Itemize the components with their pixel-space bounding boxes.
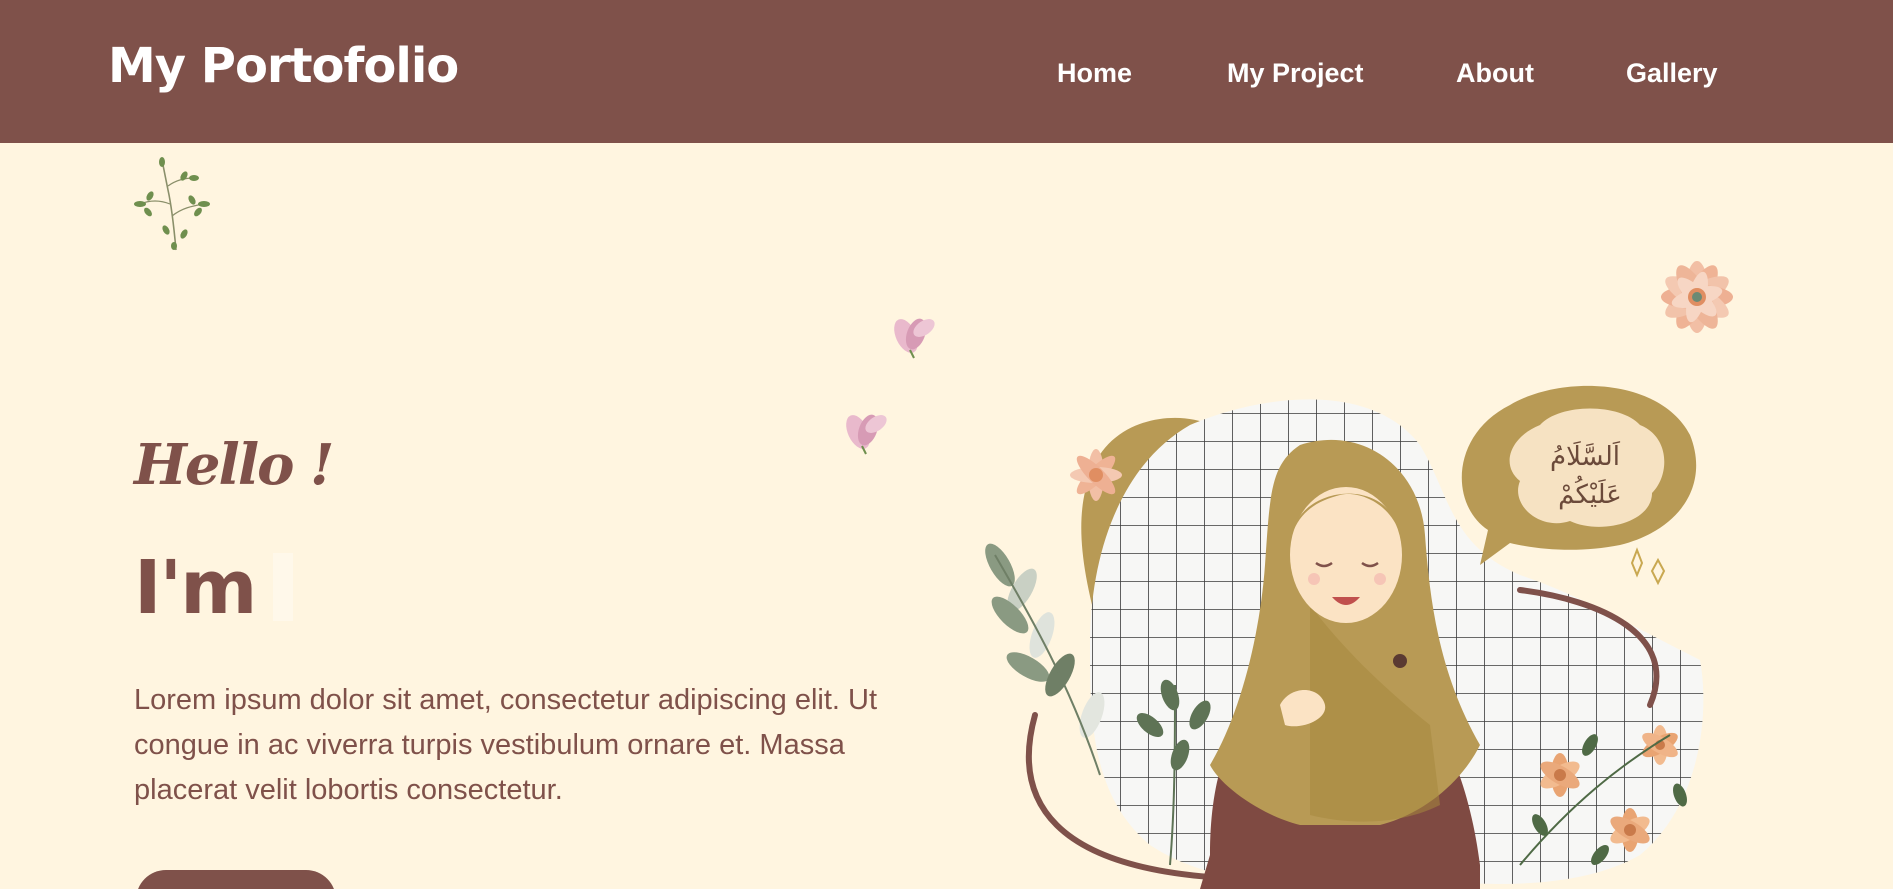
nav-gallery-link[interactable]: Gallery bbox=[1626, 58, 1718, 89]
greeting-heading: Hello ! bbox=[134, 432, 335, 498]
nav-home-link[interactable]: Home bbox=[1057, 58, 1132, 89]
hero-description: Lorem ipsum dolor sit amet, consectetur … bbox=[134, 684, 878, 806]
peach-flower-icon bbox=[1661, 261, 1733, 333]
intro-heading: I'm bbox=[134, 545, 257, 631]
typing-caret bbox=[273, 553, 293, 621]
hero-cta-button[interactable] bbox=[136, 870, 336, 889]
main-nav: Home My Project About Gallery bbox=[0, 58, 1893, 98]
navbar: My Portofolio Home My Project About Gall… bbox=[0, 0, 1893, 143]
pink-blossom-icon bbox=[846, 414, 887, 455]
nav-my-project-link[interactable]: My Project bbox=[1227, 58, 1364, 89]
speech-bubble-text: اَلسَّلَامُ bbox=[1550, 440, 1621, 472]
svg-text:عَلَيْكُمْ: عَلَيْكُمْ bbox=[1558, 475, 1622, 510]
leaf-sprig-icon bbox=[134, 157, 210, 251]
nav-about-link[interactable]: About bbox=[1456, 58, 1534, 89]
pink-blossom-icon bbox=[894, 318, 935, 359]
hero-illustration: اَلسَّلَامُ عَلَيْكُمْ bbox=[985, 385, 1704, 889]
